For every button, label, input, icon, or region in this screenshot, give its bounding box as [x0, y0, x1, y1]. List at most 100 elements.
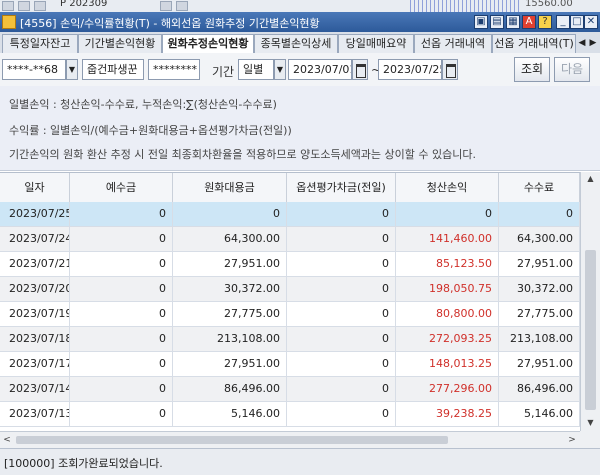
link-icon[interactable]: ▣	[474, 15, 488, 29]
cell-deposit: 0	[70, 327, 173, 351]
cell-krw-collateral: 86,496.00	[173, 377, 287, 401]
date-to-field[interactable]: 2023/07/25	[378, 59, 442, 80]
tab-bar: 특정일자잔고 기간별손익현황 원화추정손익현황 종목별손익상세 당일매매요약 선…	[0, 32, 600, 54]
cell-option-eval: 0	[287, 377, 396, 401]
query-button[interactable]: 조회	[514, 57, 550, 82]
table-row[interactable]: 2023/07/13 0 5,146.00 0 39,238.25 5,146.…	[0, 402, 580, 427]
excel-icon[interactable]: ▦	[506, 15, 520, 29]
period-dropdown-icon[interactable]: ▼	[274, 59, 286, 80]
toolbar-icon[interactable]	[160, 1, 172, 11]
minimize-button[interactable]: _	[556, 15, 570, 29]
info-line-return-rate: 수익률 : 일별손익/(예수금+원화대용금+옵션평가차금(전일))	[9, 124, 292, 137]
period-type-select[interactable]: 일별	[238, 59, 274, 80]
cell-option-eval: 0	[287, 327, 396, 351]
cell-option-eval: 0	[287, 202, 396, 226]
cell-fee: 27,951.00	[499, 352, 580, 376]
account-field[interactable]: ****-**68	[2, 59, 66, 80]
status-bar: [100000] 조회가완료되었습니다.	[0, 448, 600, 475]
query-toolbar: ****-**68 ▼ 줍건파생꾼 ******** 기간 일별 ▼ 2023/…	[0, 53, 600, 87]
table-row[interactable]: 2023/07/19 0 27,775.00 0 80,800.00 27,77…	[0, 302, 580, 327]
account-dropdown-icon[interactable]: ▼	[66, 59, 78, 80]
info-line-daily-pnl: 일별손익 : 청산손익-수수료, 누적손익:∑(청산손익-수수료)	[9, 98, 277, 111]
cell-fee: 30,372.00	[499, 277, 580, 301]
cell-deposit: 0	[70, 277, 173, 301]
tab-daily-trade-summary[interactable]: 당일매매요약	[338, 34, 414, 53]
cell-fee: 5,146.00	[499, 402, 580, 426]
period-label: 기간	[212, 65, 235, 79]
close-button[interactable]: ✕	[584, 15, 598, 29]
tab-item-pnl-detail[interactable]: 종목별손익상세	[254, 34, 338, 53]
table-row[interactable]: 2023/07/17 0 27,951.00 0 148,013.25 27,9…	[0, 352, 580, 377]
vertical-scrollbar[interactable]: ▲ ▼	[580, 172, 600, 431]
toolbar-icon[interactable]	[176, 1, 188, 11]
cell-deposit: 0	[70, 402, 173, 426]
column-header-option-eval[interactable]: 옵션평가차금(전일)	[287, 173, 396, 202]
horizontal-scroll-thumb[interactable]	[16, 436, 448, 444]
table-row[interactable]: 2023/07/18 0 213,108.00 0 272,093.25 213…	[0, 327, 580, 352]
table-row[interactable]: 2023/07/25 0 0 0 0 0	[0, 202, 580, 227]
cell-deposit: 0	[70, 377, 173, 401]
cell-realized: 148,013.25	[396, 352, 499, 376]
cell-fee: 86,496.00	[499, 377, 580, 401]
dropdown-icon[interactable]	[34, 1, 46, 11]
next-button[interactable]: 다음	[554, 57, 590, 82]
tab-period-pnl[interactable]: 기간별손익현황	[78, 34, 162, 53]
info-panel: 일별손익 : 청산손익-수수료, 누적손익:∑(청산손익-수수료) 수익률 : …	[0, 86, 600, 171]
cell-krw-collateral: 27,951.00	[173, 252, 287, 276]
password-field[interactable]: ********	[148, 59, 200, 80]
cell-deposit: 0	[70, 302, 173, 326]
account-name-field: 줍건파생꾼	[82, 59, 144, 80]
window-title: [4556] 손익/수익률현황(T) - 해외선옵 원화추정 기간별손익현황	[20, 17, 320, 30]
cell-krw-collateral: 30,372.00	[173, 277, 287, 301]
back-icon[interactable]	[2, 1, 14, 11]
cell-krw-collateral: 27,951.00	[173, 352, 287, 376]
cell-realized: 198,050.75	[396, 277, 499, 301]
tab-scroll-left-icon[interactable]: ◀	[577, 35, 587, 51]
table-row[interactable]: 2023/07/21 0 27,951.00 0 85,123.50 27,95…	[0, 252, 580, 277]
cell-realized: 277,296.00	[396, 377, 499, 401]
font-icon[interactable]: A	[522, 15, 536, 29]
column-header-deposit[interactable]: 예수금	[70, 173, 173, 202]
scroll-down-icon[interactable]: ▼	[581, 416, 600, 430]
column-header-realized[interactable]: 청산손익	[396, 173, 499, 202]
forward-icon[interactable]	[18, 1, 30, 11]
cell-deposit: 0	[70, 352, 173, 376]
tab-fo-trades-t[interactable]: 선옵 거래내역(T)	[492, 34, 576, 53]
app-icon	[2, 15, 16, 29]
cell-date: 2023/07/18	[0, 327, 70, 351]
window-title-bar[interactable]: [4556] 손익/수익률현황(T) - 해외선옵 원화추정 기간별손익현황 ▣…	[0, 12, 600, 32]
column-header-krw-collateral[interactable]: 원화대용금	[173, 173, 287, 202]
cell-krw-collateral: 64,300.00	[173, 227, 287, 251]
column-header-date[interactable]: 일자	[0, 173, 70, 202]
calendar-from-icon[interactable]	[352, 59, 368, 80]
calendar-to-icon[interactable]	[442, 59, 458, 80]
print-icon[interactable]: ▤	[490, 15, 504, 29]
vertical-scroll-thumb[interactable]	[585, 250, 596, 410]
column-header-fee[interactable]: 수수료	[499, 173, 580, 202]
tab-fo-trades[interactable]: 선옵 거래내역	[414, 34, 492, 53]
cell-krw-collateral: 0	[173, 202, 287, 226]
cell-date: 2023/07/25	[0, 202, 70, 226]
cell-fee: 0	[499, 202, 580, 226]
tab-specific-date-balance[interactable]: 특정일자잔고	[2, 34, 78, 53]
cell-deposit: 0	[70, 202, 173, 226]
date-from-field[interactable]: 2023/07/01	[288, 59, 352, 80]
cell-date: 2023/07/17	[0, 352, 70, 376]
table-row[interactable]: 2023/07/24 0 64,300.00 0 141,460.00 64,3…	[0, 227, 580, 252]
chart-fragment	[410, 0, 520, 12]
tab-scroll-right-icon[interactable]: ▶	[588, 35, 598, 51]
cell-option-eval: 0	[287, 252, 396, 276]
scroll-left-icon[interactable]: <	[0, 432, 14, 448]
help-icon[interactable]: ?	[538, 15, 552, 29]
table-row[interactable]: 2023/07/14 0 86,496.00 0 277,296.00 86,4…	[0, 377, 580, 402]
cell-date: 2023/07/24	[0, 227, 70, 251]
table-row[interactable]: 2023/07/20 0 30,372.00 0 198,050.75 30,3…	[0, 277, 580, 302]
horizontal-scrollbar[interactable]: < >	[0, 431, 580, 448]
tab-krw-estimated-pnl[interactable]: 원화추정손익현황	[162, 34, 254, 54]
cell-krw-collateral: 5,146.00	[173, 402, 287, 426]
cell-deposit: 0	[70, 252, 173, 276]
cell-realized: 141,460.00	[396, 227, 499, 251]
maximize-button[interactable]: □	[570, 15, 584, 29]
scroll-up-icon[interactable]: ▲	[581, 172, 600, 186]
scroll-right-icon[interactable]: >	[565, 432, 579, 448]
